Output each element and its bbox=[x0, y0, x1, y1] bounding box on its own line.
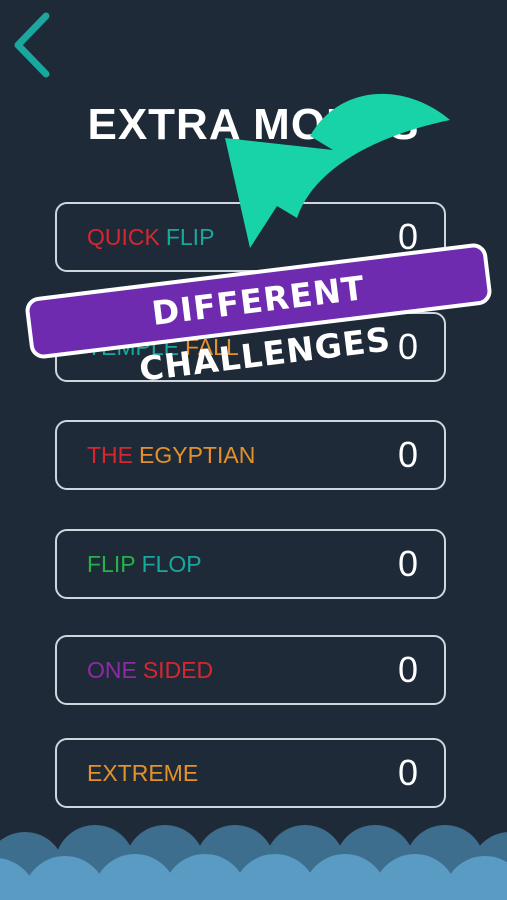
mode-word: SIDED bbox=[142, 657, 214, 683]
mode-word: FALL bbox=[185, 334, 239, 360]
mode-word: FLIP bbox=[87, 551, 136, 577]
wave-decoration bbox=[0, 825, 507, 900]
mode-word: EXTREME bbox=[87, 760, 199, 786]
mode-row-temple-fall[interactable]: TEMPLE FALL 0 bbox=[55, 312, 446, 382]
mode-word: EGYPTIAN bbox=[139, 442, 256, 468]
mode-word: ONE bbox=[87, 657, 137, 683]
mode-score: 0 bbox=[397, 543, 418, 584]
mode-name: ONE SIDED bbox=[87, 637, 219, 703]
mode-row-flip-flop[interactable]: FLIP FLOP 0 bbox=[55, 529, 446, 599]
mode-word: FLOP bbox=[141, 551, 202, 577]
mode-name: QUICK FLIP bbox=[87, 204, 220, 270]
mode-word: TEMPLE bbox=[87, 334, 180, 360]
mode-word: FLIP bbox=[165, 224, 215, 250]
page-title: EXTRA MODES bbox=[87, 100, 420, 149]
mode-row-one-sided[interactable]: ONE SIDED 0 bbox=[55, 635, 446, 705]
mode-name: THE EGYPTIAN bbox=[87, 422, 261, 488]
back-button[interactable] bbox=[10, 12, 54, 78]
mode-name: FLIP FLOP bbox=[87, 531, 208, 597]
mode-row-the-egyptian[interactable]: THE EGYPTIAN 0 bbox=[55, 420, 446, 490]
mode-score: 0 bbox=[397, 752, 418, 793]
mode-row-extreme[interactable]: EXTREME 0 bbox=[55, 738, 446, 808]
chevron-left-icon bbox=[14, 12, 50, 78]
mode-name: TEMPLE FALL bbox=[87, 314, 245, 380]
mode-score: 0 bbox=[397, 216, 418, 257]
mode-score: 0 bbox=[397, 434, 418, 475]
mode-score: 0 bbox=[397, 326, 418, 367]
mode-word: THE bbox=[87, 442, 133, 468]
mode-score: 0 bbox=[397, 649, 418, 690]
mode-name: EXTREME bbox=[87, 740, 204, 806]
mode-word: QUICK bbox=[87, 224, 160, 250]
mode-row-quick-flip[interactable]: QUICK FLIP 0 bbox=[55, 202, 446, 272]
